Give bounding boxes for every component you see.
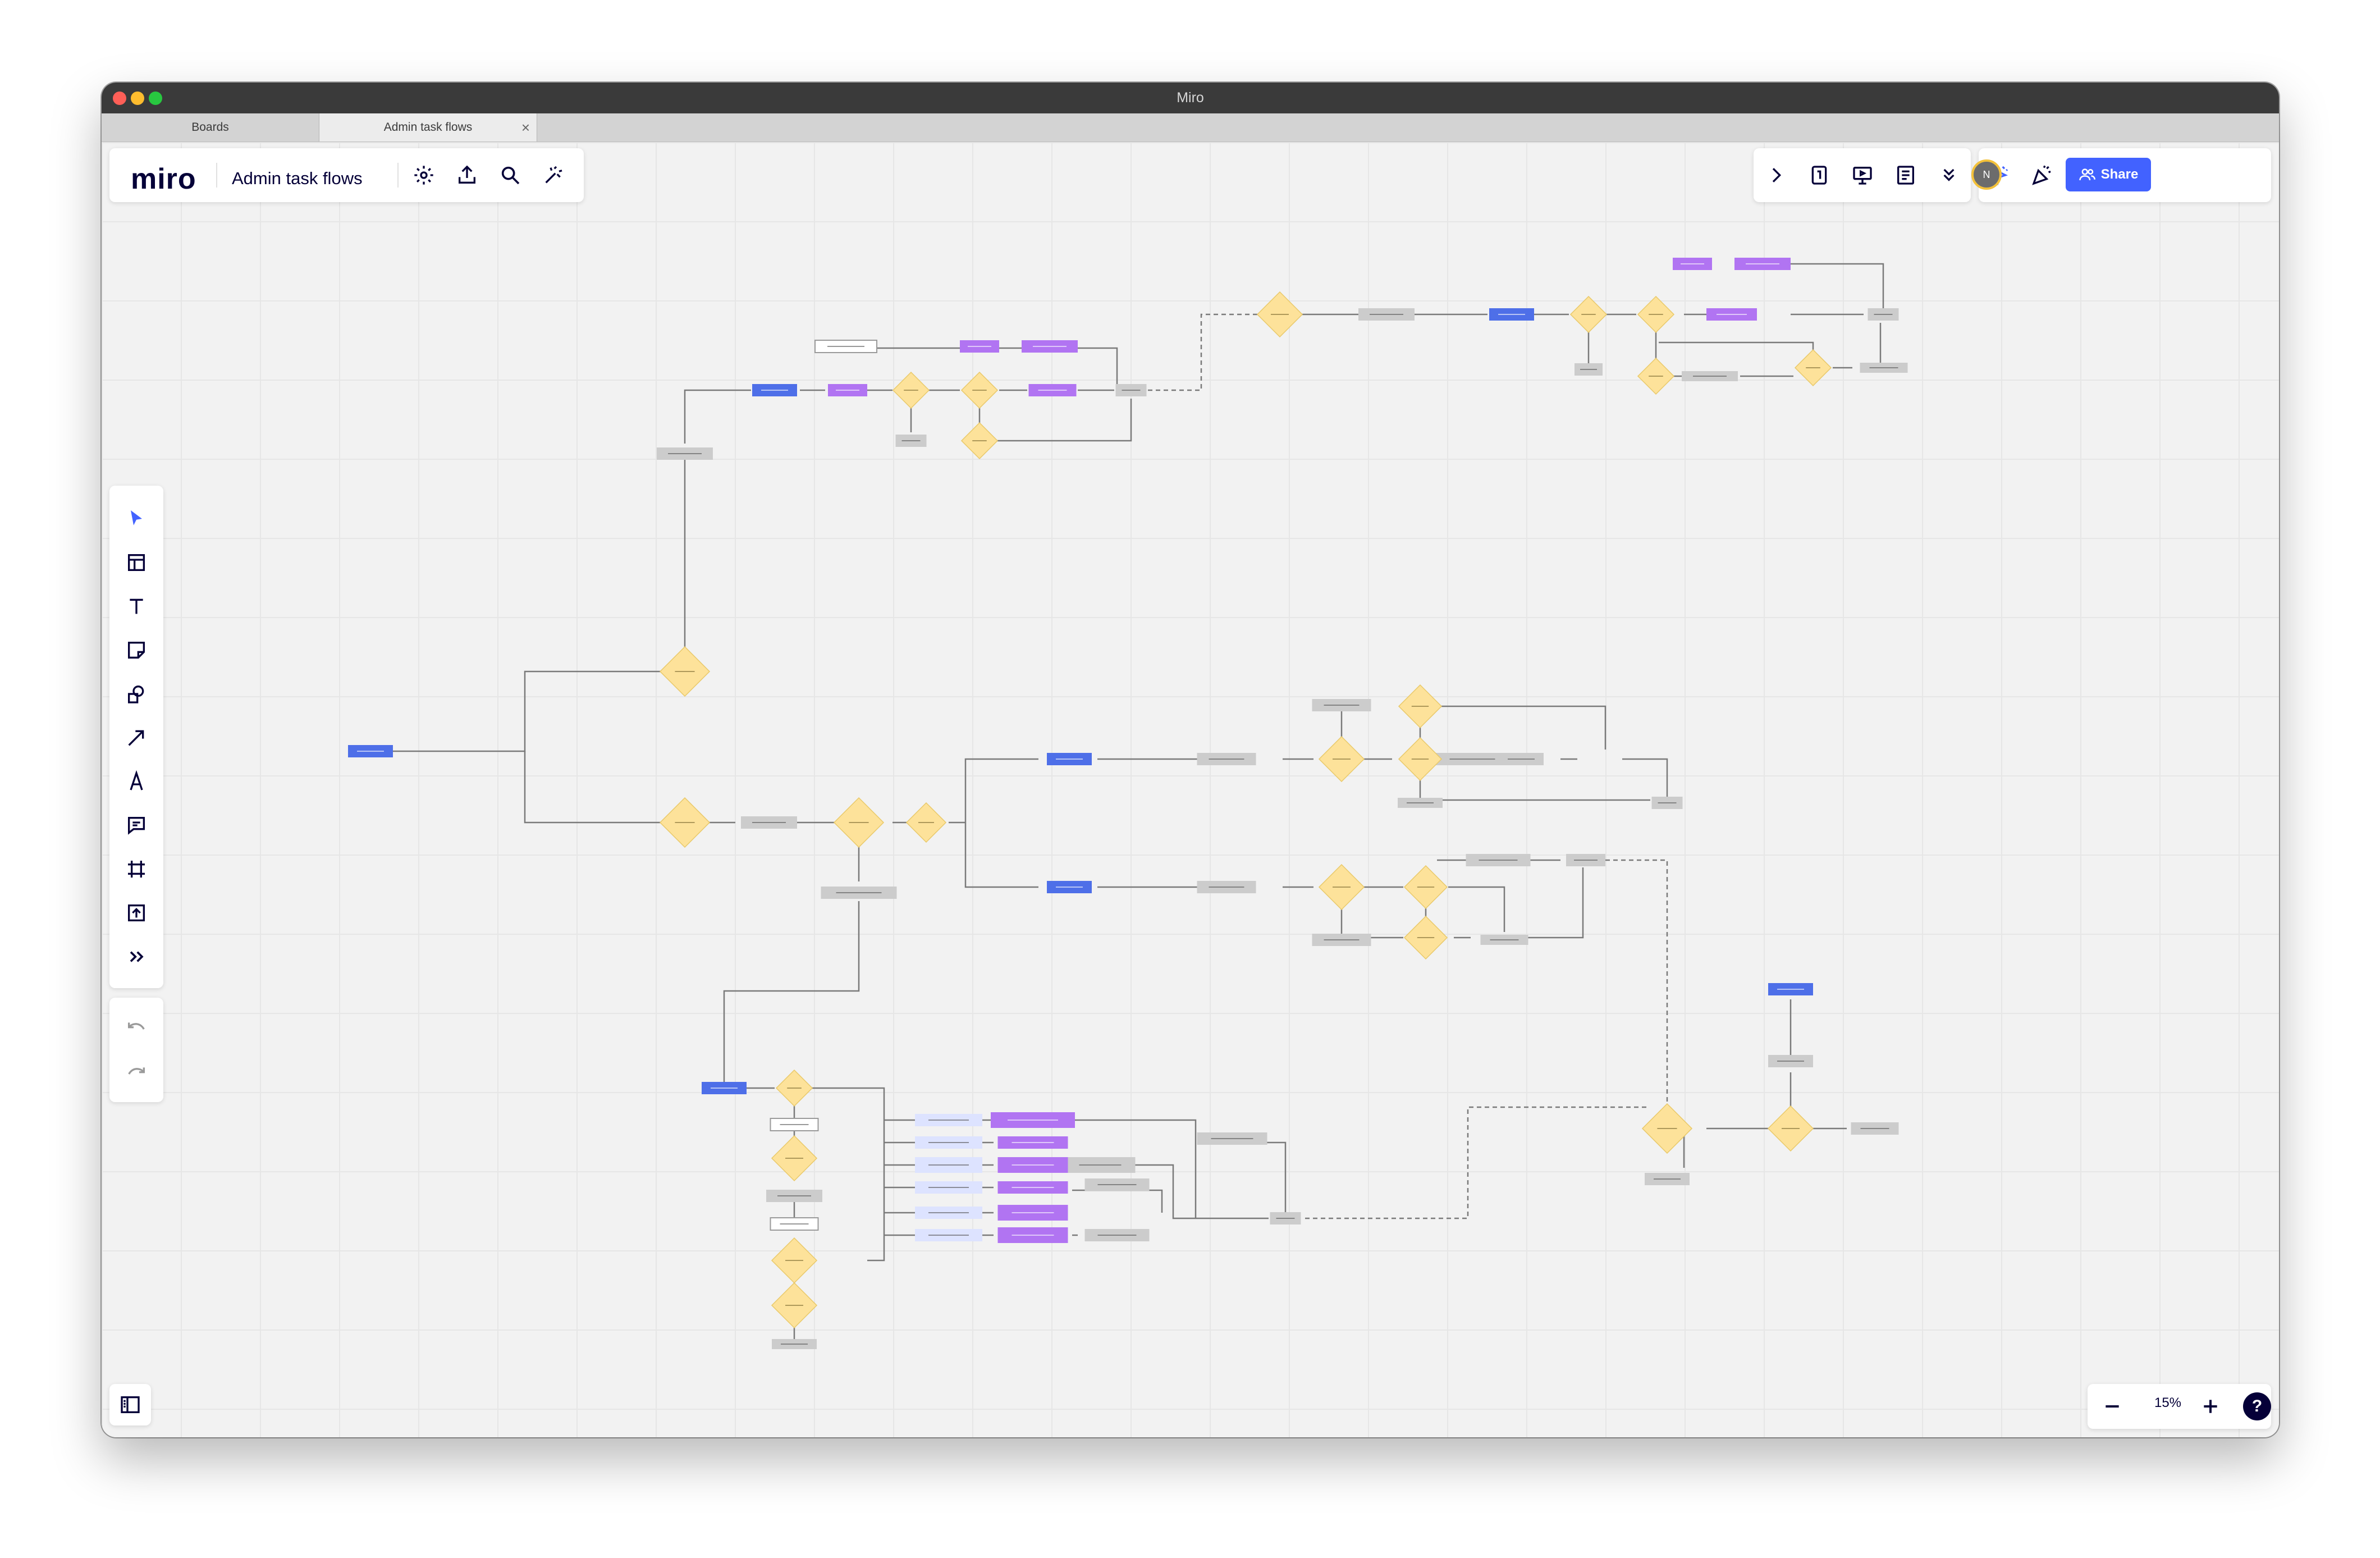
undo-icon[interactable] — [122, 1015, 151, 1044]
upload-tool-icon[interactable] — [122, 898, 151, 928]
share-label: Share — [2100, 167, 2139, 182]
notes-icon[interactable] — [1891, 161, 1920, 190]
timer-icon[interactable] — [1805, 161, 1834, 190]
app-window: Miro Boards Admin task flows × miro Admin… — [102, 83, 2279, 1437]
zoom-level[interactable]: 15% — [2148, 1395, 2187, 1411]
close-tab-icon[interactable]: × — [521, 113, 530, 141]
celebrate-icon[interactable] — [2027, 161, 2057, 190]
help-icon[interactable]: ? — [2243, 1392, 2271, 1420]
divider — [397, 163, 399, 188]
more-chevrons-icon[interactable] — [1934, 161, 1964, 190]
settings-icon[interactable] — [409, 161, 438, 190]
zoom-out-icon[interactable] — [2098, 1392, 2127, 1421]
connector-line[interactable] — [723, 901, 860, 1086]
sticky-note-tool-icon[interactable] — [122, 636, 151, 665]
zoom-panel: 15% ? — [2088, 1384, 2271, 1429]
frame-tool-icon[interactable] — [122, 855, 151, 884]
connector-line[interactable] — [370, 670, 668, 752]
board-name[interactable]: Admin task flows — [232, 168, 363, 189]
miro-logo[interactable]: miro — [131, 162, 196, 196]
connector-line[interactable] — [1605, 859, 1668, 1117]
board-canvas[interactable] — [102, 142, 2279, 1437]
avatar[interactable]: N — [1971, 159, 2002, 190]
connector-line[interactable] — [1128, 1164, 1269, 1219]
left-toolbar — [109, 486, 163, 988]
redo-icon[interactable] — [122, 1059, 151, 1089]
pen-tool-icon[interactable] — [122, 767, 151, 796]
connector-line[interactable] — [1510, 867, 1584, 939]
tab-bar: Boards Admin task flows × — [102, 113, 2279, 142]
chevron-right-icon[interactable] — [1761, 161, 1791, 190]
connector-line[interactable] — [684, 389, 751, 444]
connector-line[interactable] — [1448, 886, 1505, 932]
connector-line[interactable] — [1148, 313, 1263, 391]
connector-tool-icon[interactable] — [122, 723, 151, 752]
sidebar-toggle-panel — [109, 1384, 151, 1425]
export-icon[interactable] — [452, 161, 482, 190]
shapes-tool-icon[interactable] — [122, 679, 151, 709]
comment-tool-icon[interactable] — [122, 811, 151, 840]
more-tools-icon[interactable] — [122, 942, 151, 971]
connector-line[interactable] — [1305, 1106, 1647, 1219]
share-button[interactable]: Share — [2066, 158, 2151, 191]
present-icon[interactable] — [1848, 161, 1877, 190]
connector-line[interactable] — [524, 751, 668, 824]
zoom-in-icon[interactable] — [2196, 1392, 2225, 1421]
connector-line[interactable] — [964, 758, 1038, 823]
search-icon[interactable] — [496, 161, 525, 190]
tab-label: Boards — [191, 121, 229, 134]
connector-line[interactable] — [996, 399, 1132, 442]
title-bar: Miro — [102, 83, 2279, 113]
connector-line[interactable] — [964, 823, 1038, 888]
people-icon — [2079, 168, 2095, 181]
flowchart[interactable] — [102, 142, 2279, 1437]
templates-tool-icon[interactable] — [122, 548, 151, 577]
select-tool-icon[interactable] — [122, 504, 151, 533]
board-header-panel: miro Admin task flows — [109, 148, 584, 202]
sidebar-panel-icon[interactable] — [116, 1390, 145, 1419]
text-tool-icon[interactable] — [122, 592, 151, 621]
magic-wand-icon[interactable] — [539, 161, 568, 190]
divider — [216, 163, 217, 188]
connector-line[interactable] — [1229, 1141, 1287, 1218]
connector-line[interactable] — [1622, 758, 1668, 797]
connector-line[interactable] — [811, 1087, 885, 1262]
window-title: Miro — [1177, 90, 1204, 106]
connector-line[interactable] — [1740, 263, 1884, 309]
tab-label: Admin task flows — [383, 121, 473, 134]
history-panel — [109, 998, 163, 1102]
connector-line[interactable] — [1420, 705, 1607, 750]
tab-admin-task-flows[interactable]: Admin task flows × — [319, 113, 537, 141]
collaboration-toolbar — [1754, 148, 1971, 202]
connector-line[interactable] — [1072, 1189, 1163, 1213]
avatar-initial: N — [1983, 168, 1990, 180]
connector-line[interactable] — [1659, 341, 1814, 359]
tab-boards[interactable]: Boards — [102, 113, 319, 141]
